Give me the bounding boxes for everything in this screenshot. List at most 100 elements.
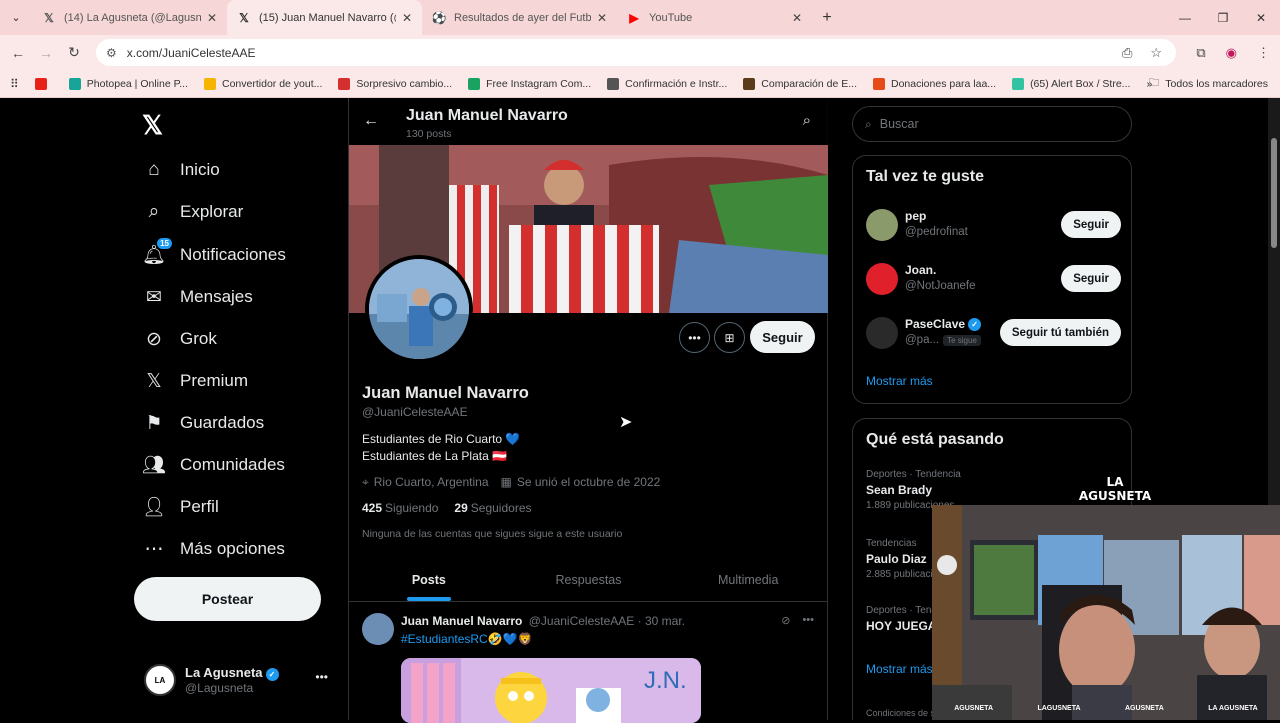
search-input[interactable]: ⌕ Buscar bbox=[852, 106, 1132, 142]
star-icon[interactable]: ☆ bbox=[1150, 45, 1162, 61]
profile-icon[interactable]: ◉ bbox=[1226, 45, 1237, 61]
reload-icon[interactable]: ↻ bbox=[60, 44, 88, 61]
post-button[interactable]: Postear bbox=[134, 577, 321, 621]
grok-icon[interactable]: ⊘ bbox=[781, 614, 790, 627]
forward-icon[interactable]: → bbox=[32, 45, 60, 61]
avatar[interactable] bbox=[866, 263, 898, 295]
sidebar-item-perfil[interactable]: 👤︎ Perfil bbox=[142, 495, 219, 519]
sidebar-item-inicio[interactable]: ⌂ Inicio bbox=[142, 158, 219, 182]
avatar[interactable] bbox=[866, 317, 898, 349]
more-icon[interactable]: ••• bbox=[315, 670, 328, 684]
restore-icon[interactable]: ❐ bbox=[1204, 0, 1242, 35]
install-icon[interactable]: ⎙ bbox=[1122, 45, 1132, 61]
more-icon[interactable]: ••• bbox=[802, 614, 814, 627]
suggestion-item[interactable]: Joan. @NotJoanefe Seguir bbox=[866, 260, 1121, 300]
close-tab-icon[interactable]: ✕ bbox=[402, 11, 412, 25]
tab-multimedia[interactable]: Multimedia bbox=[668, 558, 828, 601]
new-tab-button[interactable]: + bbox=[812, 9, 842, 27]
browser-tab-title: (14) La Agusneta (@Lagusneta) / X bbox=[64, 11, 201, 24]
browser-tab-title: Resultados de ayer del Futbol A... bbox=[454, 11, 591, 24]
back-arrow-icon[interactable]: ← bbox=[363, 112, 379, 130]
bookmark-item[interactable]: Comparación de E... bbox=[743, 77, 857, 90]
address-bar[interactable]: ⚙ x.com/JuaniCelesteAAE ⎙ ☆ bbox=[96, 39, 1176, 66]
back-icon[interactable]: ← bbox=[4, 45, 32, 61]
bookmark-item[interactable]: Donaciones para laa... bbox=[872, 77, 996, 90]
followers-link[interactable]: 29 Seguidores bbox=[454, 501, 531, 515]
profile-bio-line-1: Estudiantes de Rio Cuarto 💙 bbox=[362, 432, 521, 446]
avatar[interactable] bbox=[866, 209, 898, 241]
browser-tab-1[interactable]: 𝕏 (14) La Agusneta (@Lagusneta) / X ✕ bbox=[32, 0, 227, 35]
x-logo-icon[interactable]: 𝕏 bbox=[142, 110, 163, 141]
notification-badge: 15 bbox=[157, 238, 172, 249]
follow-suggestion-button[interactable]: Seguir bbox=[1061, 265, 1121, 292]
account-switcher[interactable]: LA La Agusneta ✓ @Lagusneta ••• bbox=[144, 664, 334, 696]
folder-icon: 🗀 bbox=[1148, 76, 1160, 89]
sidebar-item-premium[interactable]: 𝕏 Premium bbox=[142, 369, 248, 393]
tweet-header: Juan Manuel Navarro @JuaniCelesteAAE · 3… bbox=[401, 614, 685, 628]
suggestion-item[interactable]: pep @pedrofinat Seguir bbox=[866, 206, 1121, 246]
tweet-date[interactable]: · 30 mar. bbox=[638, 614, 685, 628]
sidebar-item-mensajes[interactable]: ✉ Mensajes bbox=[142, 285, 253, 309]
bookmark-item[interactable]: Free Instagram Com... bbox=[468, 77, 591, 90]
profile-joined: ▦ Se unió el octubre de 2022 bbox=[501, 475, 661, 490]
bookmark-item[interactable]: Photopea | Online P... bbox=[68, 77, 188, 90]
bookmark-youtube[interactable] bbox=[34, 77, 53, 90]
profile-avatar[interactable] bbox=[365, 255, 473, 363]
sidebar-item-label: Grok bbox=[180, 329, 217, 348]
search-icon[interactable]: ⌕ bbox=[803, 112, 811, 129]
close-tab-icon[interactable]: ✕ bbox=[597, 11, 607, 25]
follow-button[interactable]: Seguir bbox=[750, 321, 815, 353]
suggestion-item[interactable]: PaseClave ✓ @pa... Te sigue Seguir tú tamb… bbox=[866, 314, 1121, 354]
show-more-trends-link[interactable]: Mostrar más bbox=[866, 662, 933, 676]
more-options-button[interactable]: ••• bbox=[679, 322, 710, 353]
tab-search-icon[interactable]: ⌄ bbox=[0, 0, 32, 35]
extensions-icon[interactable]: ⧉ bbox=[1196, 45, 1205, 61]
streamer-logo: LA AGUSNETA bbox=[1078, 475, 1152, 503]
show-more-link[interactable]: Mostrar más bbox=[866, 374, 933, 388]
menu-icon[interactable]: ⋮ bbox=[1257, 45, 1270, 61]
gift-button[interactable]: ⊞ bbox=[714, 322, 745, 353]
close-tab-icon[interactable]: ✕ bbox=[792, 11, 802, 25]
location-text: Rio Cuarto, Argentina bbox=[373, 475, 489, 489]
follows-you-badge: Te sigue bbox=[943, 335, 981, 346]
hashtag-link[interactable]: #EstudiantesRC bbox=[401, 632, 488, 646]
avatar: LA bbox=[144, 664, 176, 696]
mail-icon: ✉ bbox=[146, 286, 162, 308]
youtube-icon: ▶ bbox=[629, 10, 639, 25]
browser-tab-2[interactable]: 𝕏 (15) Juan Manuel Navarro (@Ju... ✕ bbox=[227, 0, 422, 35]
mouse-cursor: ➤ bbox=[619, 414, 633, 431]
bookmark-item[interactable]: Confirmación e Instr... bbox=[607, 77, 727, 90]
social-handles-bar: AGUSNETA LAGUSNETA AGUSNETA LA AGUSNETA bbox=[932, 705, 1280, 712]
browser-tab-4[interactable]: ▶ YouTube ✕ bbox=[617, 0, 812, 35]
verified-icon: ✓ bbox=[265, 667, 279, 681]
streamlabs-icon bbox=[1012, 77, 1025, 90]
tweet-author-name[interactable]: Juan Manuel Navarro bbox=[401, 614, 522, 628]
minimize-icon[interactable]: — bbox=[1166, 0, 1204, 35]
scrollbar-thumb[interactable] bbox=[1271, 138, 1277, 248]
apps-icon[interactable]: ⠿ bbox=[10, 77, 19, 91]
bookmark-item[interactable]: Convertidor de yout... bbox=[204, 77, 322, 90]
tab-respuestas[interactable]: Respuestas bbox=[509, 558, 669, 601]
browser-tab-3[interactable]: ⚽ Resultados de ayer del Futbol A... ✕ bbox=[422, 0, 617, 35]
browser-tab-title: YouTube bbox=[649, 11, 693, 24]
close-window-icon[interactable]: ✕ bbox=[1242, 0, 1280, 35]
tweet-avatar[interactable] bbox=[362, 613, 394, 645]
follow-suggestion-button[interactable]: Seguir bbox=[1061, 211, 1121, 238]
sidebar-item-grok[interactable]: ⊘ Grok bbox=[142, 327, 217, 351]
close-tab-icon[interactable]: ✕ bbox=[207, 11, 217, 25]
tweet-image[interactable]: J.N. bbox=[401, 658, 701, 723]
tab-posts[interactable]: Posts bbox=[349, 558, 509, 601]
bookmark-item[interactable]: (65) Alert Box / Stre... bbox=[1012, 77, 1130, 90]
tweet-text: #EstudiantesRC🤣💙🦁 bbox=[401, 632, 533, 646]
follow-back-button[interactable]: Seguir tú también bbox=[999, 319, 1121, 346]
tweet[interactable]: Juan Manuel Navarro @JuaniCelesteAAE · 3… bbox=[349, 603, 828, 723]
bookmark-item[interactable]: Sorpresivo cambio... bbox=[338, 77, 452, 90]
following-link[interactable]: 425 Siguiendo bbox=[362, 501, 438, 515]
all-bookmarks[interactable]: 🗀 Todos los marcadores bbox=[1149, 75, 1268, 93]
site-info-icon[interactable]: ⚙ bbox=[106, 46, 117, 60]
sidebar-item-mas-opciones[interactable]: ⋯ Más opciones bbox=[142, 537, 285, 561]
sidebar-item-comunidades[interactable]: 👥︎ Comunidades bbox=[142, 453, 285, 477]
sidebar-item-notificaciones[interactable]: 🔔︎ 15 Notificaciones bbox=[142, 238, 286, 267]
sidebar-item-guardados[interactable]: ⚑ Guardados bbox=[142, 411, 264, 435]
sidebar-item-explorar[interactable]: ⌕ Explorar bbox=[142, 200, 244, 224]
